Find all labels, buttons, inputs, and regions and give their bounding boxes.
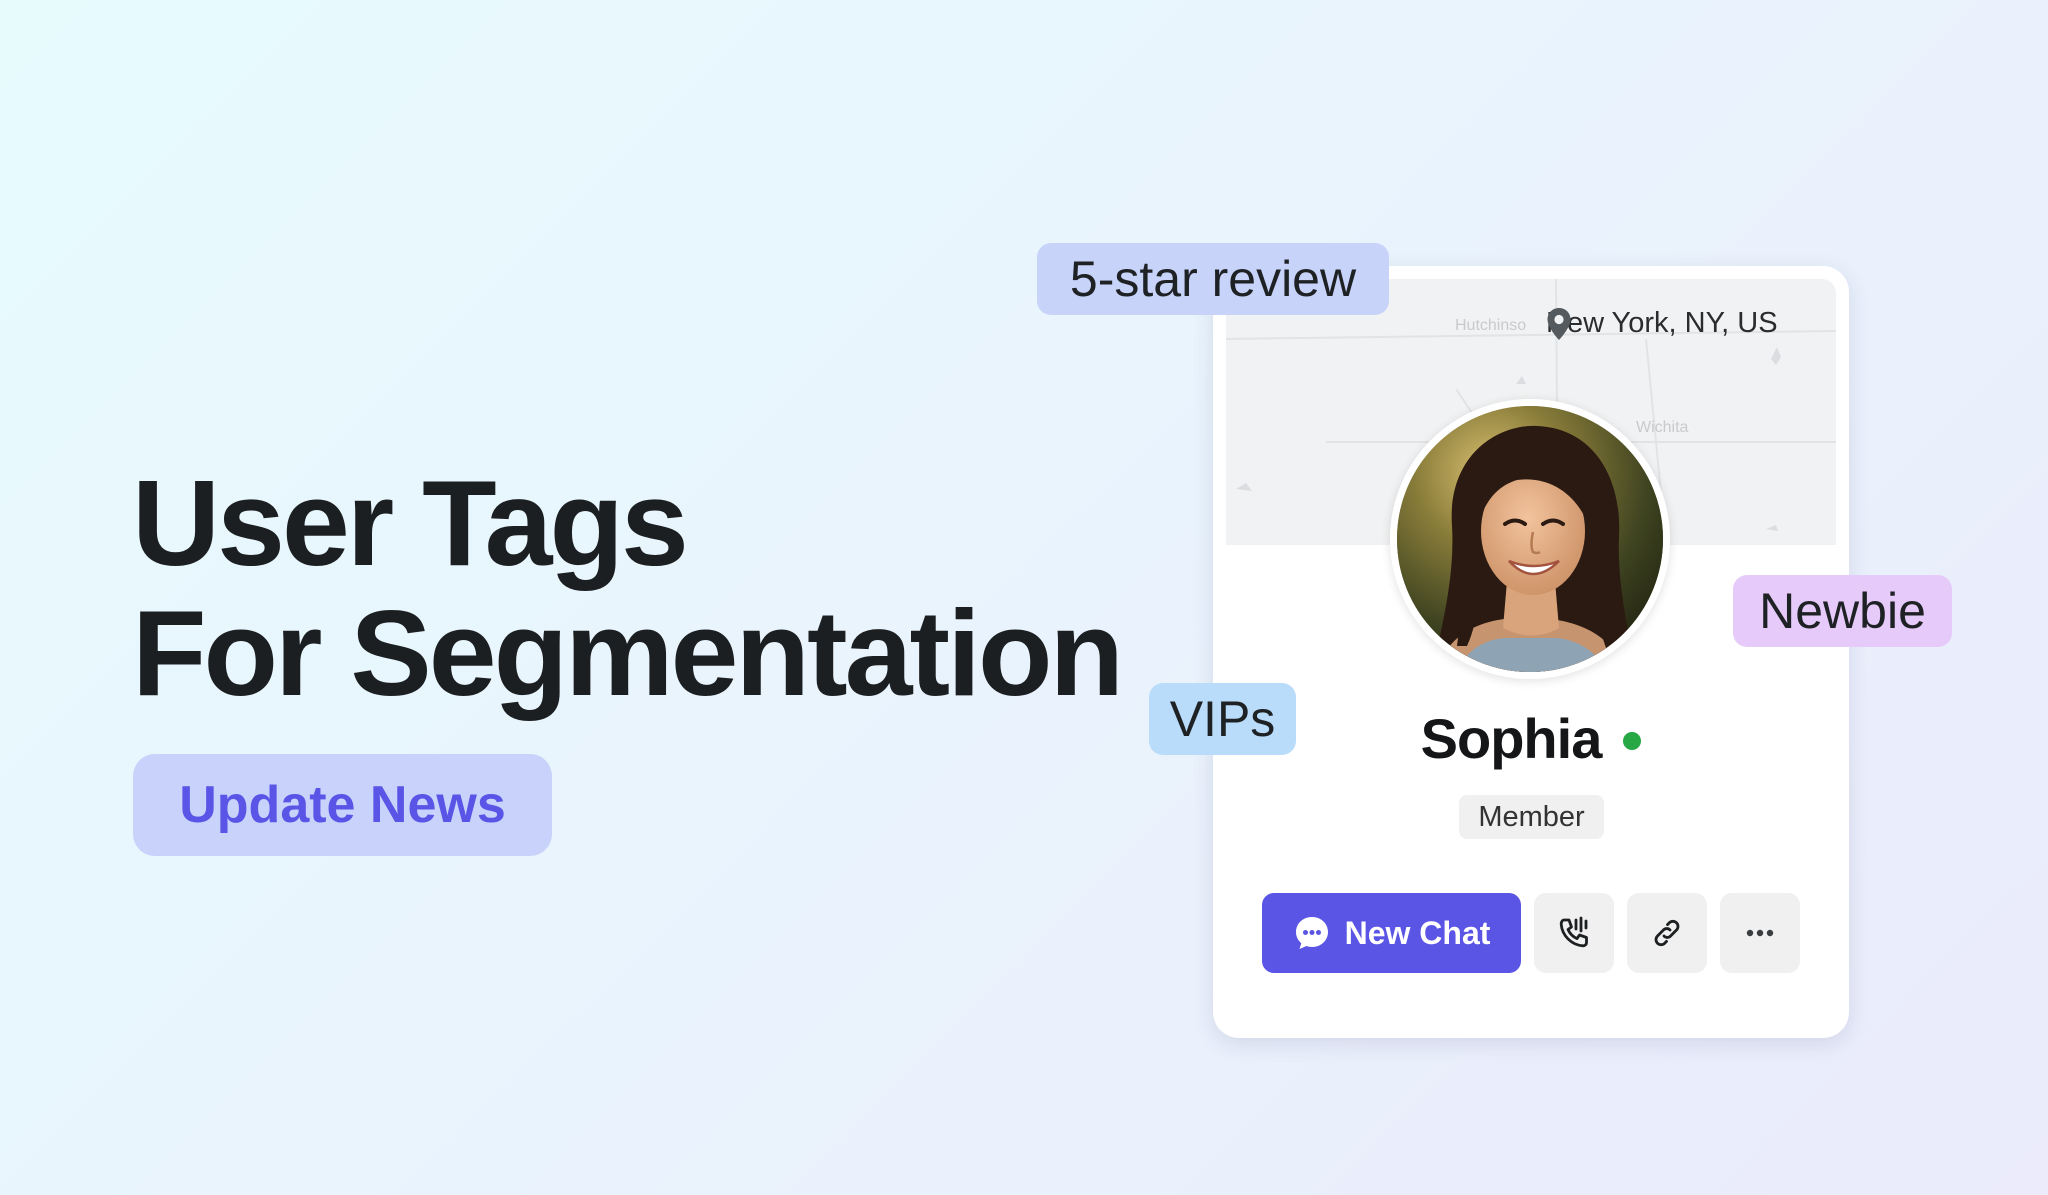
copy-link-button[interactable] (1627, 893, 1707, 973)
map-label-wichita: Wichita (1636, 419, 1689, 436)
location-pin-icon (1547, 308, 1571, 340)
phone-call-icon (1559, 916, 1588, 948)
more-options-button[interactable] (1720, 893, 1800, 973)
more-horizontal-icon (1746, 929, 1774, 937)
online-status-dot (1623, 731, 1642, 750)
chat-bubble-icon (1295, 917, 1328, 949)
location-info: New York, NY, US (1546, 307, 1778, 340)
hero-title-line-2: For Segmentation (132, 585, 1124, 721)
avatar-photo (1397, 406, 1663, 672)
hero-title: User Tags For Segmentation (132, 455, 1124, 721)
profile-name: Sophia (1420, 707, 1603, 770)
call-button[interactable] (1534, 893, 1614, 973)
tag-5-star-review: 5-star review (1037, 243, 1389, 315)
update-news-badge: Update News (133, 754, 552, 856)
profile-name-row: Sophia (1213, 706, 1849, 771)
avatar (1390, 399, 1670, 679)
map-label-hutchinson: Hutchinso (1455, 317, 1527, 334)
role-badge: Member (1459, 795, 1604, 839)
hero-title-line-1: User Tags (132, 455, 689, 591)
new-chat-label: New Chat (1344, 914, 1491, 951)
new-chat-button[interactable]: New Chat (1262, 893, 1521, 973)
profile-actions: New Chat (1262, 893, 1800, 973)
tag-vips: VIPs (1149, 683, 1296, 755)
link-icon (1654, 919, 1680, 947)
tag-newbie: Newbie (1733, 575, 1952, 647)
user-profile-card: Hutchinso Wichita New York, NY, US Sophi… (1213, 266, 1849, 1038)
location-text: New York, NY, US (1546, 307, 1778, 339)
